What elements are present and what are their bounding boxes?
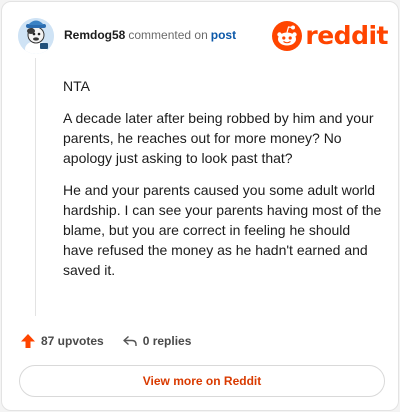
- comment-paragraph: NTA: [63, 78, 90, 94]
- comment-paragraph: A decade later after being robbed by him…: [63, 110, 374, 166]
- reply-count: 0 replies: [142, 334, 192, 348]
- view-more-label: View more on Reddit: [142, 374, 262, 388]
- comment-paragraph: He and your parents caused you some adul…: [63, 182, 382, 278]
- avatar-image: [18, 18, 54, 54]
- upvote-button[interactable]: 87 upvotes: [20, 333, 104, 349]
- post-link[interactable]: post: [211, 28, 236, 42]
- reddit-logo[interactable]: reddit: [272, 20, 388, 52]
- author-username[interactable]: Remdog58: [64, 28, 125, 42]
- comment-body: NTA A decade later after being robbed by…: [63, 76, 383, 292]
- thread-line: [35, 58, 36, 316]
- reddit-snoo-icon: [272, 21, 303, 51]
- commented-on-label: commented on: [128, 28, 208, 42]
- reply-button[interactable]: 0 replies: [122, 333, 192, 349]
- reddit-wordmark: reddit: [305, 21, 388, 50]
- comment-header: Remdog58 commented on post reddit: [18, 16, 388, 56]
- avatar[interactable]: [18, 18, 54, 54]
- arrow-up-icon: [21, 334, 35, 348]
- upvote-count: 87 upvotes: [41, 334, 104, 348]
- comment-embed-card: Remdog58 commented on post reddit NTA A de…: [1, 1, 399, 411]
- comment-actions: 87 upvotes 0 replies: [20, 331, 191, 351]
- reply-arrow-icon: [123, 335, 137, 346]
- comment-byline: Remdog58 commented on post: [64, 28, 236, 42]
- view-more-button[interactable]: View more on Reddit: [19, 365, 385, 397]
